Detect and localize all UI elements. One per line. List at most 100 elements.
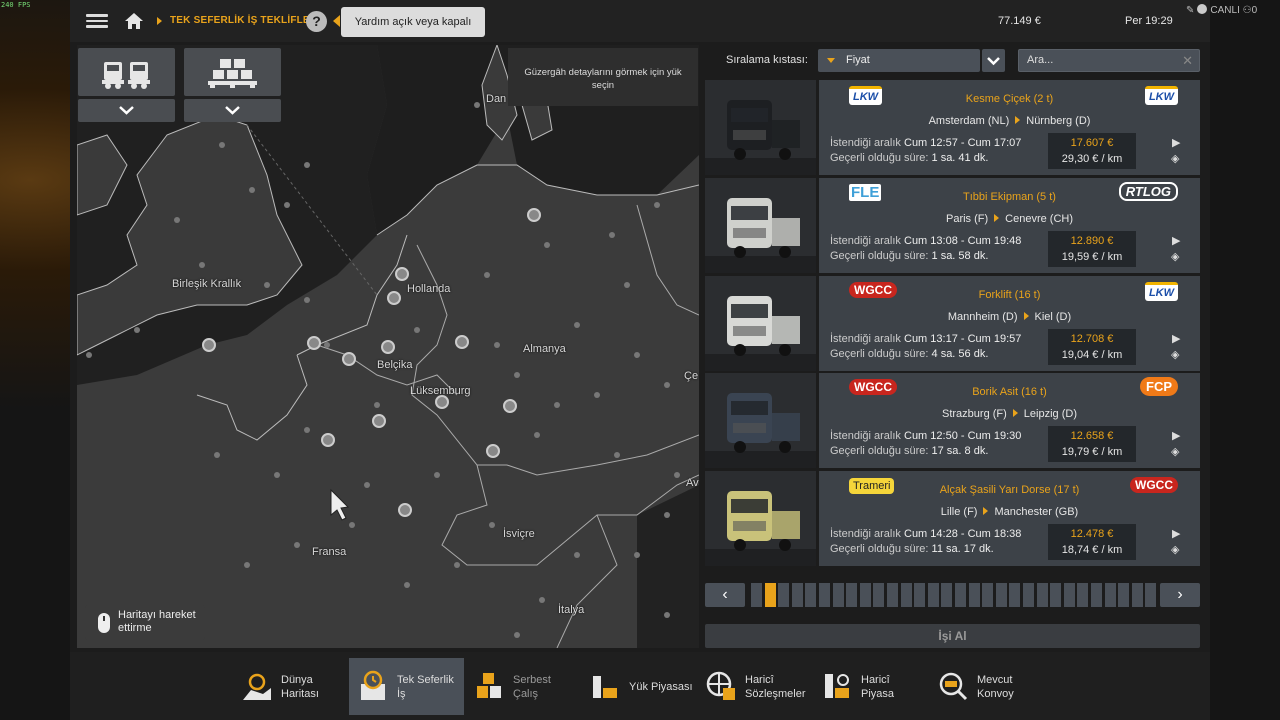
page-indicator[interactable] (1104, 583, 1116, 607)
job-card[interactable]: WGCC LKW Forklift (16 t) Mannheim (D) Kiel (… (819, 276, 1200, 371)
map-label-netherlands: Hollanda (407, 283, 451, 295)
page-indicator[interactable] (1050, 583, 1062, 607)
page-indicator[interactable] (819, 583, 831, 607)
job-card[interactable]: WGCC FCP Borik Asit (16 t) Strazburg (F) Lei… (819, 373, 1200, 468)
cargo-filter-button[interactable] (184, 48, 281, 96)
page-indicator[interactable] (1077, 583, 1089, 607)
page-indicator[interactable] (791, 583, 803, 607)
job-offer[interactable]: WGCC FCP Borik Asit (16 t) Strazburg (F) Lei… (705, 373, 1200, 468)
nav-external-market[interactable]: Haricî Piyasa (813, 658, 928, 715)
map-label-uk: Birleşik Krallık (172, 278, 242, 290)
page-indicator[interactable] (955, 583, 967, 607)
truck-thumbnail (705, 471, 816, 566)
take-job-button[interactable]: İşi Al (705, 624, 1200, 648)
cargo-name: Kesme Çiçek (2 t) (965, 93, 1054, 105)
page-indicator[interactable] (1063, 583, 1075, 607)
nav-freelance[interactable]: Serbest Çalış (465, 658, 580, 715)
job-card[interactable]: FLE RTLOG Tıbbi Ekipman (5 t) Paris (F) Cene… (819, 178, 1200, 273)
page-indicator[interactable] (1009, 583, 1021, 607)
menu-icon[interactable] (86, 11, 108, 31)
next-page-button[interactable]: › (1160, 583, 1200, 607)
time-value: Cum 13:17 - Cum 19:57 (904, 333, 1022, 345)
time-value: Cum 12:57 - Cum 17:07 (904, 137, 1022, 149)
fps-counter: 240 FPS (1, 1, 31, 9)
page-indicator[interactable] (873, 583, 885, 607)
job-price: 12.658 € (1070, 430, 1114, 442)
job-route: Lille (F) Manchester (GB) (819, 506, 1200, 518)
price-box: 12.658 € 19,79 € / km (1048, 426, 1136, 462)
world-map[interactable]: Birleşik Krallık Hollanda Belçika Lüksem… (77, 45, 699, 648)
job-feature-icon: ◈ (1171, 544, 1180, 556)
truck-filter-button[interactable] (78, 48, 175, 96)
current-convoy-icon (939, 672, 968, 701)
truck-filter-dropdown[interactable] (78, 99, 175, 122)
page-indicator[interactable] (995, 583, 1007, 607)
external-contracts-icon (706, 671, 735, 700)
page-indicator[interactable] (927, 583, 939, 607)
job-feature-icon: ◈ (1171, 251, 1180, 263)
page-indicators (749, 583, 1157, 607)
time-label: İstendiği aralık (830, 137, 901, 149)
job-card[interactable]: LKW LKW Kesme Çiçek (2 t) Amsterdam (NL) Nür… (819, 80, 1200, 175)
job-offer[interactable]: FLE RTLOG Tıbbi Ekipman (5 t) Paris (F) Cene… (705, 178, 1200, 273)
nav-single-job[interactable]: Tek Seferlik İş (349, 658, 464, 715)
page-indicator[interactable] (778, 583, 790, 607)
search-input[interactable] (1027, 54, 1177, 66)
time-label: İstendiği aralık (830, 333, 901, 345)
job-offer[interactable]: LKW LKW Kesme Çiçek (2 t) Amsterdam (NL) Nür… (705, 80, 1200, 175)
nav-cargo-market[interactable]: Yük Piyasası (581, 658, 696, 715)
page-indicator[interactable] (859, 583, 871, 607)
page-indicator[interactable] (887, 583, 899, 607)
breadcrumb[interactable]: TEK SEFERLİK İŞ TEKLİFLERİ (170, 15, 320, 26)
job-price: 12.708 € (1070, 333, 1114, 345)
page-indicator[interactable] (1023, 583, 1035, 607)
job-card[interactable]: Trameri WGCC Alçak Şasili Yarı Dorse (17 t… (819, 471, 1200, 566)
chevron-down-icon (119, 106, 134, 115)
page-indicator[interactable] (982, 583, 994, 607)
nav-external-contracts[interactable]: Haricî Sözleşmeler (697, 658, 812, 715)
clear-icon[interactable]: ✕ (1182, 53, 1193, 69)
valid-value: 4 sa. 56 dk. (931, 348, 989, 360)
page-indicator[interactable] (1036, 583, 1048, 607)
cargo-filter-dropdown[interactable] (184, 99, 281, 122)
time-label: İstendiği aralık (830, 528, 901, 540)
page-indicator[interactable] (1145, 583, 1157, 607)
page-indicator[interactable] (1118, 583, 1130, 607)
help-button[interactable]: ? (306, 11, 327, 32)
page-indicator[interactable] (751, 583, 763, 607)
page-indicator[interactable] (1131, 583, 1143, 607)
truck-thumbnail (705, 178, 816, 273)
job-offer[interactable]: WGCC LKW Forklift (16 t) Mannheim (D) Kiel (… (705, 276, 1200, 371)
page-indicator[interactable] (805, 583, 817, 607)
sort-select[interactable]: Fiyat (818, 49, 980, 72)
valid-value: 1 sa. 58 dk. (931, 250, 989, 262)
route-arrow-icon (1012, 409, 1018, 417)
chevron-down-icon (987, 57, 1000, 66)
nav-label: Yük Piyasası (629, 681, 693, 693)
page-indicator[interactable] (968, 583, 980, 607)
cargo-name: Borik Asit (16 t) (972, 386, 1047, 398)
external-market-icon (825, 674, 849, 698)
page-indicator[interactable] (846, 583, 858, 607)
page-indicator[interactable] (900, 583, 912, 607)
sort-dropdown-button[interactable] (982, 49, 1005, 72)
page-indicator[interactable] (764, 583, 776, 607)
nav-current-convoy[interactable]: Mevcut Konvoy (929, 658, 1044, 715)
previous-page-button[interactable]: ‹ (705, 583, 745, 607)
nav-world-map[interactable]: Dünya Haritası (233, 658, 348, 715)
page-indicator[interactable] (832, 583, 844, 607)
page-indicator[interactable] (914, 583, 926, 607)
valid-value: 1 sa. 41 dk. (931, 152, 989, 164)
page-indicator[interactable] (1091, 583, 1103, 607)
sort-label: Sıralama kıstası: (726, 54, 808, 66)
price-box: 12.708 € 19,04 € / km (1048, 329, 1136, 365)
home-icon[interactable] (124, 11, 144, 31)
search-box[interactable]: ✕ (1018, 49, 1200, 72)
cargo-name: Tıbbi Ekipman (5 t) (963, 191, 1056, 203)
tooltip-arrow-icon (333, 15, 340, 27)
stream-status: ✎ CANLI ⚇0 (1186, 4, 1257, 16)
page-indicator[interactable] (941, 583, 953, 607)
job-offer[interactable]: Trameri WGCC Alçak Şasili Yarı Dorse (17 t… (705, 471, 1200, 566)
map-label-italy: İtalya (558, 604, 585, 616)
valid-label: Geçerli olduğu süre: (830, 348, 929, 360)
